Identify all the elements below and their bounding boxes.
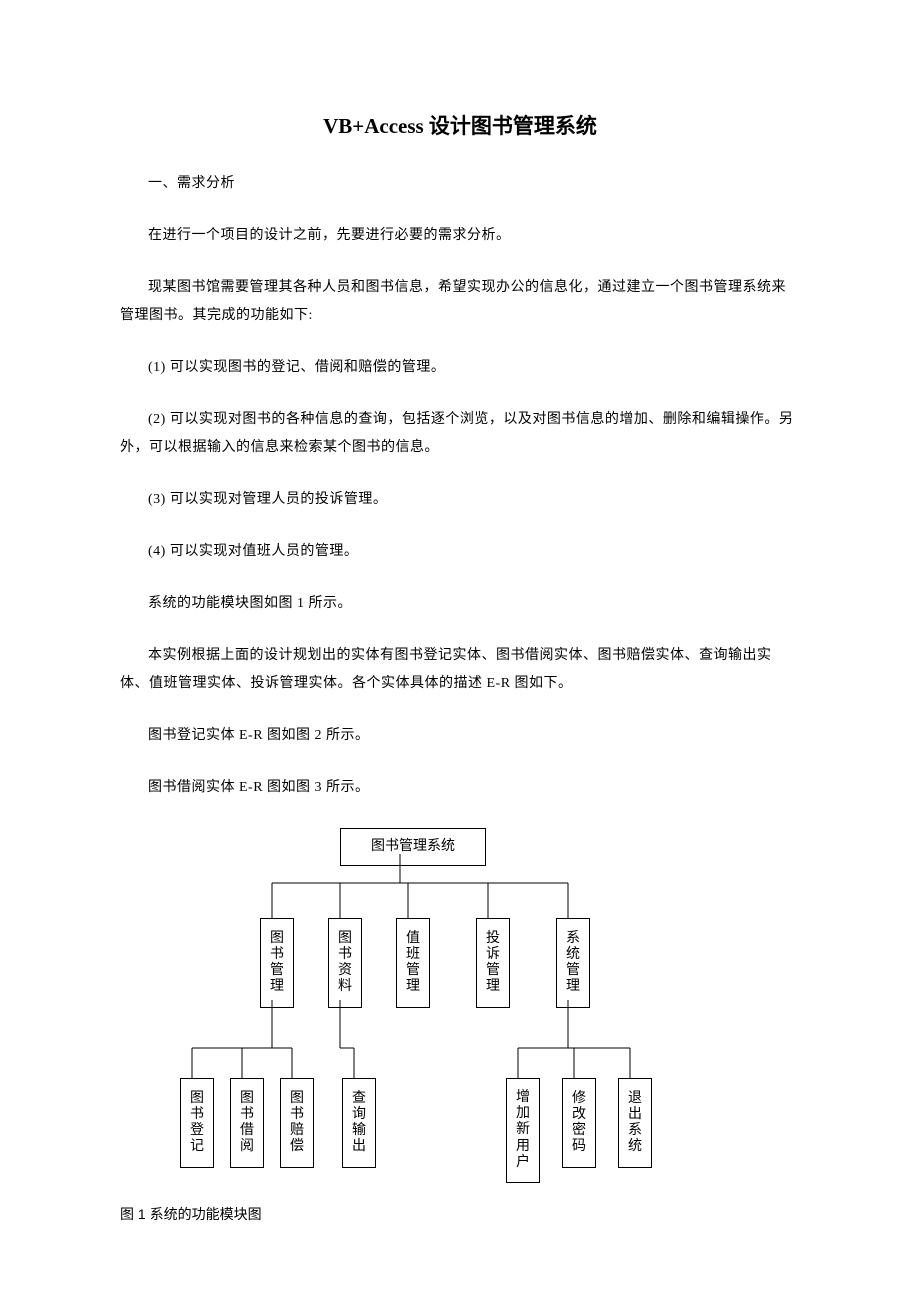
section-heading: 一、需求分析 bbox=[120, 170, 800, 198]
diagram-figure: 图书管理系统 图 书 管 理 图 书 资 料 值 班 管 理 投 诉 管 理 系… bbox=[120, 828, 800, 1224]
tree-leaf-box: 图 书 登 记 bbox=[180, 1078, 214, 1168]
figure-caption: 图 1 系统的功能模块图 bbox=[120, 1204, 800, 1224]
paragraph: 图书登记实体 E-R 图如图 2 所示。 bbox=[120, 722, 800, 750]
tree-leaf-box: 修 改 密 码 bbox=[562, 1078, 596, 1168]
document-page: VB+Access 设计图书管理系统 一、需求分析 在进行一个项目的设计之前，先… bbox=[0, 0, 920, 1284]
paragraph: 系统的功能模块图如图 1 所示。 bbox=[120, 590, 800, 618]
paragraph: 本实例根据上面的设计规划出的实体有图书登记实体、图书借阅实体、图书赔偿实体、查询… bbox=[120, 642, 800, 698]
document-title: VB+Access 设计图书管理系统 bbox=[120, 110, 800, 140]
paragraph: (4) 可以实现对值班人员的管理。 bbox=[120, 538, 800, 566]
tree-node-box: 投 诉 管 理 bbox=[476, 918, 510, 1008]
paragraph: 在进行一个项目的设计之前，先要进行必要的需求分析。 bbox=[120, 222, 800, 250]
paragraph: (3) 可以实现对管理人员的投诉管理。 bbox=[120, 486, 800, 514]
tree-node-box: 值 班 管 理 bbox=[396, 918, 430, 1008]
paragraph: 图书借阅实体 E-R 图如图 3 所示。 bbox=[120, 774, 800, 802]
tree-leaf-box: 增 加 新 用 户 bbox=[506, 1078, 540, 1183]
tree-node-box: 图 书 管 理 bbox=[260, 918, 294, 1008]
paragraph: 现某图书馆需要管理其各种人员和图书信息，希望实现办公的信息化，通过建立一个图书管… bbox=[120, 274, 800, 330]
tree-leaf-box: 图 书 赔 偿 bbox=[280, 1078, 314, 1168]
tree-leaf-box: 查 询 输 出 bbox=[342, 1078, 376, 1168]
tree-node-box: 图 书 资 料 bbox=[328, 918, 362, 1008]
tree-leaf-box: 图 书 借 阅 bbox=[230, 1078, 264, 1168]
tree-leaf-box: 退 出 系 统 bbox=[618, 1078, 652, 1168]
tree-node-box: 系 统 管 理 bbox=[556, 918, 590, 1008]
tree-root-box: 图书管理系统 bbox=[340, 828, 486, 866]
paragraph: (2) 可以实现对图书的各种信息的查询，包括逐个浏览，以及对图书信息的增加、删除… bbox=[120, 406, 800, 462]
paragraph: (1) 可以实现图书的登记、借阅和赔偿的管理。 bbox=[120, 354, 800, 382]
module-tree-diagram: 图书管理系统 图 书 管 理 图 书 资 料 值 班 管 理 投 诉 管 理 系… bbox=[150, 828, 750, 1198]
